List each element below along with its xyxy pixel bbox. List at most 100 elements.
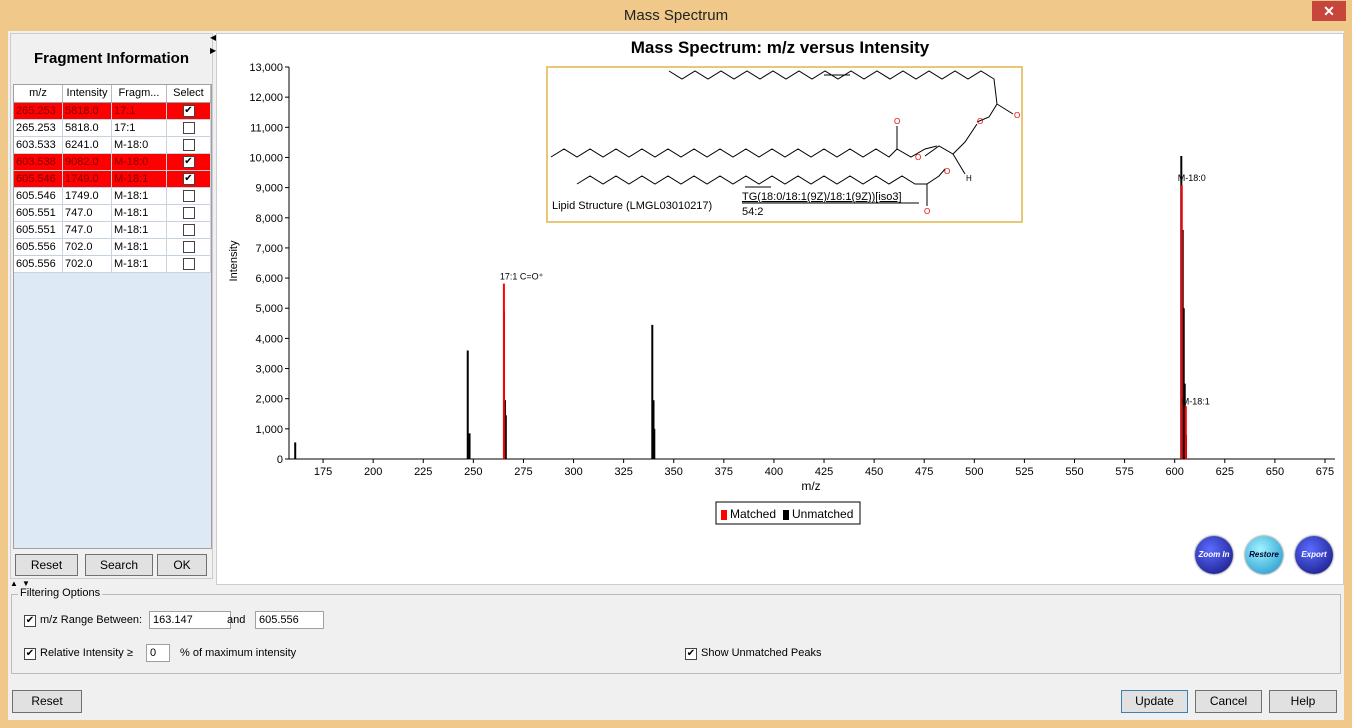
chart-title: Mass Spectrum: m/z versus Intensity: [631, 38, 930, 57]
table-row[interactable]: 605.551 747.0 M-18:1: [14, 205, 211, 222]
mz-range-checkbox[interactable]: ✔: [24, 615, 36, 627]
restore-button[interactable]: Restore: [1245, 536, 1283, 574]
mass-spectrum-chart: Mass Spectrum: m/z versus Intensity Inte…: [228, 38, 1335, 525]
lipid-name-link[interactable]: TG(18:0/18:1(9Z)/18:1(9Z))[iso3]: [742, 191, 902, 203]
column-header-fragment[interactable]: Fragm...: [112, 85, 167, 102]
table-row[interactable]: 603.533 6241.0 M-18:0: [14, 137, 211, 154]
fragment-panel-title: Fragment Information: [33, 50, 189, 67]
fragment-cell: M-18:0: [112, 137, 167, 153]
intensity-cell: 747.0: [63, 205, 112, 221]
y-tick-label: 5,000: [255, 303, 283, 315]
x-tick-label: 350: [665, 466, 683, 478]
intensity-cell: 5818.0: [63, 103, 112, 119]
table-row[interactable]: 605.551 747.0 M-18:1: [14, 222, 211, 239]
mz-cell: 605.556: [14, 256, 63, 272]
fragment-table[interactable]: m/z Intensity Fragm... Select 265.253 581…: [13, 84, 212, 549]
y-tick-label: 10,000: [249, 152, 283, 164]
peak-annotation: 17:1 C=O⁺: [500, 272, 544, 282]
table-row[interactable]: 605.556 702.0 M-18:1: [14, 256, 211, 273]
x-tick-label: 600: [1166, 466, 1184, 478]
x-tick-label: 550: [1065, 466, 1083, 478]
help-button[interactable]: Help: [1269, 690, 1337, 713]
zoom-in-button[interactable]: Zoom In: [1195, 536, 1233, 574]
select-checkbox[interactable]: [182, 139, 195, 152]
select-cell: ✔: [167, 154, 211, 170]
table-row[interactable]: 603.538 9082.0 M-18:0 ✔: [14, 154, 211, 171]
x-tick-label: 450: [865, 466, 883, 478]
intensity-cell: 9082.0: [63, 154, 112, 170]
x-tick-label: 325: [614, 466, 632, 478]
x-tick-label: 175: [314, 466, 332, 478]
filtering-options-title: Filtering Options: [18, 587, 103, 599]
column-header-mz[interactable]: m/z: [14, 85, 63, 102]
x-tick-label: 200: [364, 466, 382, 478]
relative-intensity-checkbox[interactable]: ✔: [24, 648, 36, 660]
update-button[interactable]: Update: [1121, 690, 1188, 713]
window-client: Fragment Information m/z Intensity Fragm…: [8, 31, 1344, 720]
y-tick-label: 11,000: [250, 122, 283, 134]
atom-o-3: O: [894, 117, 900, 126]
y-tick-label: 4,000: [255, 333, 283, 345]
table-row[interactable]: 605.546 1749.0 M-18:1 ✔: [14, 171, 211, 188]
atom-o-1: O: [1014, 111, 1020, 120]
select-checkbox[interactable]: [182, 207, 195, 220]
fragment-cell: M-18:0: [112, 154, 167, 170]
column-header-select[interactable]: Select: [167, 85, 211, 102]
select-checkbox[interactable]: [182, 190, 195, 203]
table-row[interactable]: 605.546 1749.0 M-18:1: [14, 188, 211, 205]
relative-intensity-label: Relative Intensity ≥: [40, 647, 133, 659]
legend-swatch-matched: [721, 510, 727, 520]
search-button[interactable]: Search: [85, 554, 153, 576]
reset-button[interactable]: Reset: [12, 690, 82, 713]
x-tick-label: 525: [1015, 466, 1033, 478]
show-unmatched-checkbox[interactable]: ✔: [685, 648, 697, 660]
intensity-cell: 5818.0: [63, 120, 112, 136]
x-tick-label: 500: [965, 466, 983, 478]
fragment-cell: M-18:1: [112, 188, 167, 204]
export-button[interactable]: Export: [1295, 536, 1333, 574]
cancel-button[interactable]: Cancel: [1195, 690, 1262, 713]
close-button[interactable]: ✕: [1312, 1, 1346, 21]
select-checkbox[interactable]: [182, 241, 195, 254]
structure-caption: Lipid Structure (LMGL03010217): [552, 200, 712, 212]
table-row[interactable]: 265.253 5818.0 17:1 ✔: [14, 103, 211, 120]
filtering-options-group: Filtering Options ✔ m/z Range Between: 1…: [11, 587, 1341, 674]
mz-min-field[interactable]: 163.147: [149, 611, 231, 629]
ok-button[interactable]: OK: [157, 554, 207, 576]
intensity-cell: 747.0: [63, 222, 112, 238]
table-row[interactable]: 605.556 702.0 M-18:1: [14, 239, 211, 256]
fragment-panel: Fragment Information m/z Intensity Fragm…: [10, 33, 213, 579]
x-tick-label: 425: [815, 466, 833, 478]
relative-intensity-field[interactable]: 0: [146, 644, 170, 662]
column-header-intensity[interactable]: Intensity: [63, 85, 112, 102]
atom-h: H: [966, 174, 972, 183]
fragment-reset-button[interactable]: Reset: [15, 554, 78, 576]
fragment-cell: 17:1: [112, 120, 167, 136]
select-checkbox[interactable]: ✔: [182, 156, 195, 169]
split-up-icon[interactable]: ▲: [10, 579, 18, 588]
mz-cell: 265.253: [14, 103, 63, 119]
legend-label-unmatched: Unmatched: [792, 507, 853, 521]
y-tick-label: 1,000: [255, 424, 283, 436]
chart-panel: Mass Spectrum: m/z versus Intensity Inte…: [216, 33, 1344, 585]
y-tick-label: 2,000: [255, 394, 283, 406]
fragment-cell: M-18:1: [112, 171, 167, 187]
fragment-table-body: 265.253 5818.0 17:1 ✔ 265.253 5818.0 17:1 603.5…: [14, 103, 211, 273]
mz-cell: 605.556: [14, 239, 63, 255]
table-row[interactable]: 265.253 5818.0 17:1: [14, 120, 211, 137]
mz-cell: 605.546: [14, 188, 63, 204]
select-checkbox[interactable]: ✔: [182, 105, 195, 118]
x-tick-label: 275: [514, 466, 532, 478]
peak-annotation: M-18:0: [1178, 173, 1206, 183]
legend-swatch-unmatched: [783, 510, 789, 520]
select-cell: ✔: [167, 103, 211, 119]
intensity-cell: 702.0: [63, 239, 112, 255]
mz-cell: 605.546: [14, 171, 63, 187]
select-checkbox[interactable]: [182, 122, 195, 135]
mz-max-field[interactable]: 605.556: [255, 611, 324, 629]
select-checkbox[interactable]: [182, 258, 195, 271]
select-checkbox[interactable]: ✔: [182, 173, 195, 186]
select-cell: [167, 239, 211, 255]
atom-o-4: O: [915, 153, 921, 162]
select-checkbox[interactable]: [182, 224, 195, 237]
